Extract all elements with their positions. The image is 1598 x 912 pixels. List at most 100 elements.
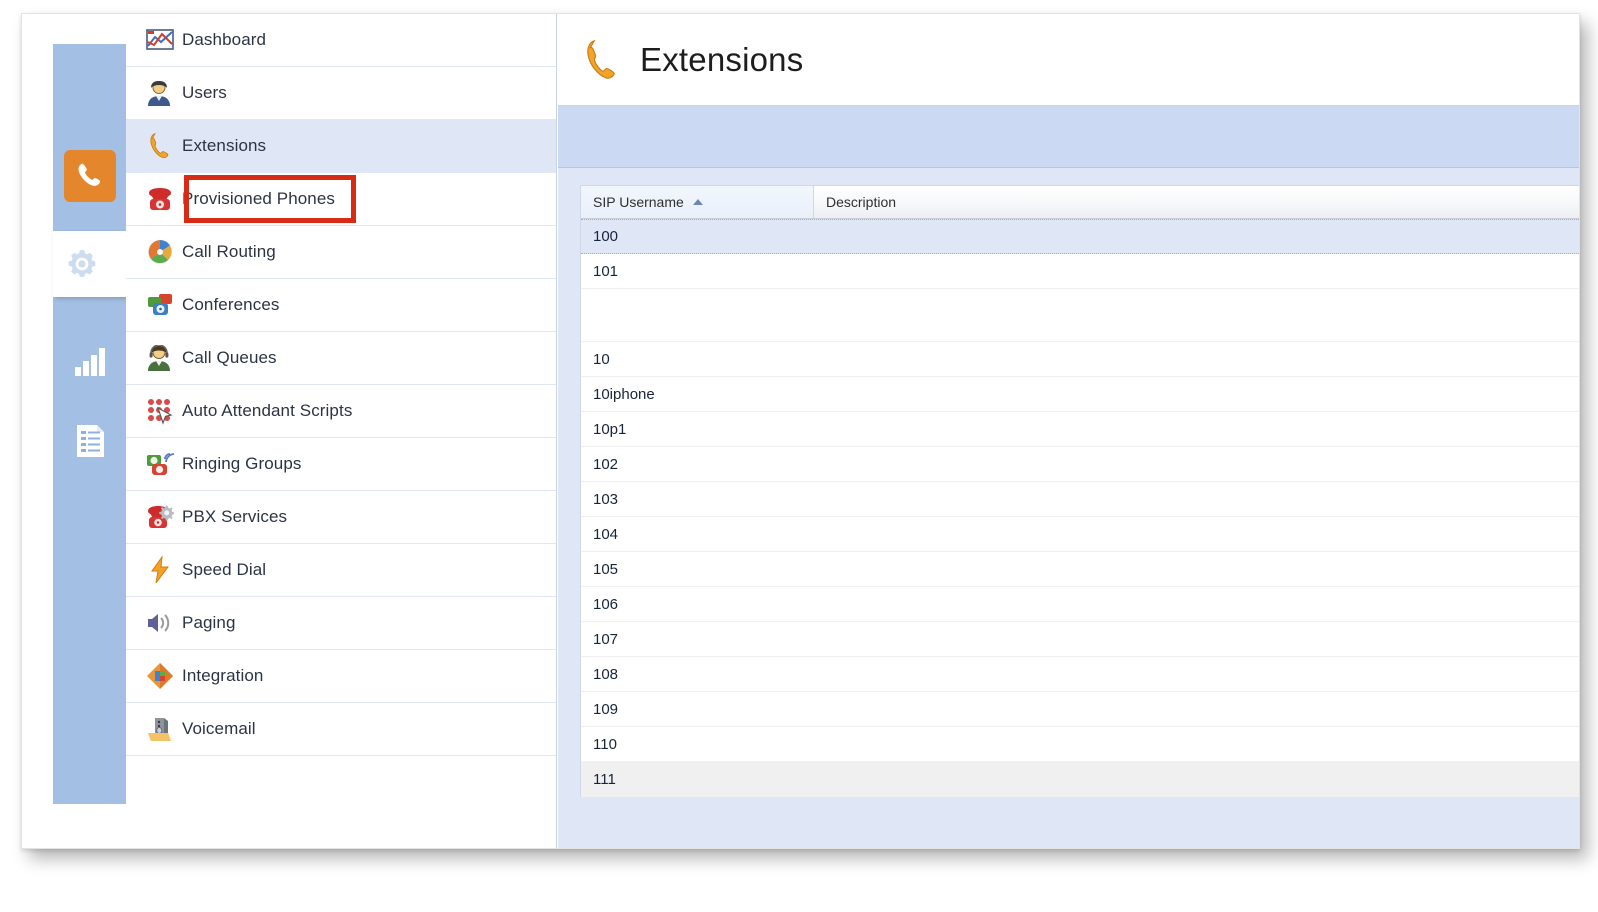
logs-rail-button[interactable] [53, 404, 126, 477]
column-header-description[interactable]: Description [814, 186, 1579, 218]
sidebar-item-auto-attendant-scripts[interactable]: Auto Attendant Scripts [126, 385, 556, 438]
cell-sip-username: 109 [593, 700, 619, 718]
cell-sip-username: 108 [593, 665, 619, 683]
sidebar-item-label: PBX Services [182, 507, 288, 526]
sidebar-item-voicemail[interactable]: Voicemail [126, 703, 556, 756]
grid-toolbar[interactable] [558, 106, 1579, 168]
cell-sip-username: 106 [593, 595, 619, 613]
sidebar-item-call-routing[interactable]: Call Routing [126, 226, 556, 279]
table-row[interactable]: 108 [581, 657, 1579, 692]
sidebar-item-label: Provisioned Phones [182, 189, 336, 208]
cell-description [814, 254, 1579, 288]
cell-sip-username: 10 [593, 350, 610, 368]
cell-description [814, 220, 1579, 253]
routing-puzzle-icon [145, 237, 175, 267]
chart-dashboard-icon [145, 25, 175, 55]
cell-sip-username: 100 [593, 228, 619, 245]
cell-sip-username: 107 [593, 630, 619, 648]
cell-description [814, 377, 1579, 411]
grid-header-row: SIP Username Description [581, 186, 1579, 219]
cell-description [814, 517, 1579, 551]
gear-icon [64, 246, 100, 282]
sidebar-item-provisioned-phones[interactable]: Provisioned Phones [126, 173, 556, 226]
red-desk-phone-icon [145, 184, 175, 214]
sidebar-item-label: Voicemail [182, 719, 256, 738]
icon-rail [53, 44, 158, 804]
cell-sip-username [581, 289, 814, 341]
sidebar-item-label: Call Routing [182, 242, 276, 261]
ringing-phone-icon [145, 449, 175, 479]
sidebar-item-ringing-groups[interactable]: Ringing Groups [126, 438, 556, 491]
table-row[interactable]: 103 [581, 482, 1579, 517]
sidebar-menu: Dashboard Users Extensions Provisioned P… [126, 14, 557, 848]
table-row[interactable]: 10 [581, 342, 1579, 377]
cell-description [814, 289, 1579, 341]
table-row[interactable]: 110 [581, 727, 1579, 762]
cell-description [814, 482, 1579, 516]
lightning-bolt-icon [145, 555, 175, 585]
sidebar-item-conferences[interactable]: Conferences [126, 279, 556, 332]
table-row[interactable] [581, 289, 1579, 342]
user-icon [145, 78, 175, 108]
table-row[interactable]: 107 [581, 622, 1579, 657]
column-header-sip-username[interactable]: SIP Username [581, 186, 814, 218]
cell-description [814, 622, 1579, 656]
cell-sip-username: 105 [593, 560, 619, 578]
cell-description [814, 692, 1579, 726]
sidebar-item-dashboard[interactable]: Dashboard [126, 14, 556, 67]
sidebar-item-paging[interactable]: Paging [126, 597, 556, 650]
cell-description [814, 412, 1579, 446]
sidebar-item-label: Paging [182, 613, 236, 632]
sidebar-item-users[interactable]: Users [126, 67, 556, 120]
phone-handset-icon [580, 36, 624, 84]
cell-sip-username: 101 [593, 262, 619, 280]
voicemail-tape-icon [145, 714, 175, 744]
cell-description [814, 552, 1579, 586]
cell-sip-username: 102 [593, 455, 619, 473]
table-row[interactable]: 111 [581, 762, 1579, 797]
table-row[interactable]: 100 [581, 219, 1579, 254]
cell-description [814, 657, 1579, 691]
puzzle-diamond-icon [145, 661, 175, 691]
cell-description [814, 762, 1579, 796]
table-row[interactable]: 109 [581, 692, 1579, 727]
phone-icon [63, 149, 116, 202]
sidebar-item-label: Users [182, 83, 227, 102]
column-header-label: SIP Username [593, 194, 684, 210]
speaker-icon [145, 608, 175, 638]
table-row[interactable]: 10iphone [581, 377, 1579, 412]
sidebar-item-extensions[interactable]: Extensions [126, 120, 556, 173]
cell-sip-username: 104 [593, 525, 619, 543]
phone-rail-button[interactable] [53, 139, 126, 212]
phone-gear-icon [145, 502, 175, 532]
table-row[interactable]: 101 [581, 254, 1579, 289]
table-row[interactable]: 105 [581, 552, 1579, 587]
keypad-cursor-icon [145, 396, 175, 426]
cell-sip-username: 103 [593, 490, 619, 508]
reports-rail-button[interactable] [53, 324, 126, 397]
cell-sip-username: 111 [593, 770, 616, 788]
sidebar-item-label: Conferences [182, 295, 280, 314]
column-header-label: Description [826, 194, 897, 210]
grid-container: SIP Username Description 100 101 10 10ip… [558, 168, 1579, 848]
sidebar-item-pbx-services[interactable]: PBX Services [126, 491, 556, 544]
sort-ascending-icon [692, 199, 703, 205]
cell-description [814, 447, 1579, 481]
table-row[interactable]: 106 [581, 587, 1579, 622]
sidebar-item-label: Extensions [182, 136, 267, 155]
sidebar-item-label: Dashboard [182, 30, 267, 49]
cell-description [814, 342, 1579, 376]
table-row[interactable]: 104 [581, 517, 1579, 552]
sidebar-item-speed-dial[interactable]: Speed Dial [126, 544, 556, 597]
main-content: Extensions SIP Username Description 100 … [558, 14, 1579, 848]
sidebar-item-label: Speed Dial [182, 560, 267, 579]
screenshot-root: Dashboard Users Extensions Provisioned P… [0, 0, 1598, 912]
page-header: Extensions [558, 14, 1579, 106]
sidebar-item-integration[interactable]: Integration [126, 650, 556, 703]
table-row[interactable]: 102 [581, 447, 1579, 482]
sidebar-item-call-queues[interactable]: Call Queues [126, 332, 556, 385]
sidebar-item-label: Ringing Groups [182, 454, 302, 473]
table-row[interactable]: 10p1 [581, 412, 1579, 447]
cell-sip-username: 110 [593, 735, 617, 753]
extensions-grid: SIP Username Description 100 101 10 10ip… [580, 185, 1579, 797]
